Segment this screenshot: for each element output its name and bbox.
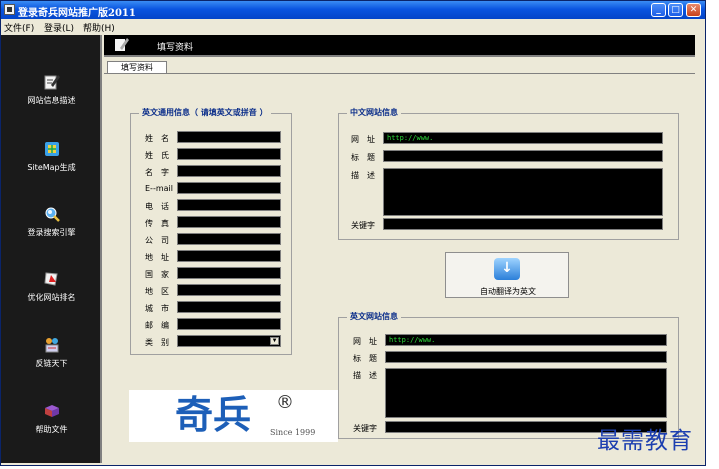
english-general-info-group: 英文通用信息（ 请填英文或拼音 ） 姓 名 姓 氏 名 字 E--mail 电 … <box>130 107 292 355</box>
field-label: 标 题 <box>353 354 377 363</box>
field-label: 传 真 <box>145 219 169 228</box>
help-book-icon <box>44 405 59 417</box>
field-label: 名 字 <box>145 168 169 177</box>
phone-field[interactable] <box>177 199 281 211</box>
fax-field[interactable] <box>177 216 281 228</box>
search-engine-icon <box>45 207 60 222</box>
sidebar-item-sitemap[interactable]: SiteMap生成 <box>1 140 102 196</box>
email-field[interactable] <box>177 182 281 194</box>
country-field[interactable] <box>177 267 281 279</box>
city-field[interactable] <box>177 301 281 313</box>
first-name-field[interactable] <box>177 165 281 177</box>
auto-translate-button[interactable]: 自动翻译为英文 <box>445 252 569 298</box>
field-label: 地 区 <box>145 287 169 296</box>
sidebar-item-help[interactable]: 帮助文件 <box>1 402 102 458</box>
field-label: 公 司 <box>145 236 169 245</box>
title-bar[interactable]: 登录奇兵网站推广版2011 _ □ ✕ <box>1 1 705 19</box>
field-label: 城 市 <box>145 304 169 313</box>
sidebar-item-label: 网站信息描述 <box>27 96 76 105</box>
logo-since: Since 1999 <box>270 428 316 437</box>
sidebar-item-backlink[interactable]: 反链天下 <box>1 336 102 392</box>
download-arrow-icon <box>494 258 520 280</box>
logo-text: 奇兵 <box>175 392 252 437</box>
translate-button-label: 自动翻译为英文 <box>480 287 536 296</box>
sidebar-item-label: 优化网站排名 <box>27 293 76 302</box>
sidebar-item-label: 反链天下 <box>35 359 68 368</box>
menu-login[interactable]: 登录(L) <box>44 21 74 34</box>
field-label: E--mail <box>145 184 173 193</box>
field-label: 关键字 <box>351 221 375 230</box>
category-select[interactable]: ▼ <box>177 335 281 347</box>
rank-optimize-icon <box>43 272 58 286</box>
cn-url-field[interactable]: http://www. <box>383 132 663 144</box>
menu-help[interactable]: 帮助(H) <box>83 21 115 34</box>
page-title: 填写资料 <box>157 43 194 53</box>
postcode-field[interactable] <box>177 318 281 330</box>
sidebar-item-label: 帮助文件 <box>35 425 68 434</box>
cn-keywords-field[interactable] <box>383 218 663 230</box>
group-title: 英文通用信息（ 请填英文或拼音 ） <box>139 107 271 118</box>
edit-info-icon <box>115 38 129 51</box>
cn-description-field[interactable] <box>383 168 663 216</box>
sidebar-item-rank[interactable]: 优化网站排名 <box>1 270 102 326</box>
sitemap-icon <box>44 142 59 156</box>
chinese-site-info-group: 中文网站信息 网 址 http://www. 标 题 描 述 关键字 <box>338 107 679 240</box>
field-label: 地 址 <box>145 253 169 262</box>
sidebar-item-label: SiteMap生成 <box>27 163 76 172</box>
field-label: 电 话 <box>145 202 169 211</box>
brand-logo: 奇兵 ® Since 1999 <box>129 390 338 442</box>
maximize-button[interactable]: □ <box>668 3 683 17</box>
close-button[interactable]: ✕ <box>686 3 701 17</box>
en-url-field[interactable]: http://www. <box>385 334 667 346</box>
field-label: 网 址 <box>351 135 375 144</box>
company-field[interactable] <box>177 233 281 245</box>
address-field[interactable] <box>177 250 281 262</box>
edit-info-icon <box>44 75 60 90</box>
field-label: 类 别 <box>145 338 169 347</box>
backlink-icon <box>45 338 58 353</box>
last-name-field[interactable] <box>177 148 281 160</box>
menu-bar: 文件(F) 登录(L) 帮助(H) <box>1 19 705 35</box>
sidebar-item-label: 登录搜索引擎 <box>27 228 76 237</box>
window-title: 登录奇兵网站推广版2011 <box>18 8 136 19</box>
sidebar-item-site-info[interactable]: 网站信息描述 <box>1 73 102 129</box>
chevron-down-icon[interactable]: ▼ <box>270 337 279 345</box>
watermark-text: 最需教育 <box>597 428 693 454</box>
app-window: 登录奇兵网站推广版2011 _ □ ✕ 文件(F) 登录(L) 帮助(H) 网站… <box>0 0 706 466</box>
sidebar-item-search-engine[interactable]: 登录搜索引擎 <box>1 205 102 261</box>
field-label: 国 家 <box>145 270 169 279</box>
full-name-field[interactable] <box>177 131 281 143</box>
minimize-button[interactable]: _ <box>651 3 666 17</box>
field-label: 标 题 <box>351 153 375 162</box>
field-label: 描 述 <box>351 171 375 180</box>
group-title: 中文网站信息 <box>347 107 401 118</box>
en-title-field[interactable] <box>385 351 667 363</box>
field-label: 姓 氏 <box>145 151 169 160</box>
cn-title-field[interactable] <box>383 150 663 162</box>
en-description-field[interactable] <box>385 368 667 418</box>
page-header: 填写资料 <box>104 35 695 57</box>
tab-divider <box>104 73 695 74</box>
field-label: 描 述 <box>353 371 377 380</box>
group-title: 英文网站信息 <box>347 311 401 322</box>
field-label: 关键字 <box>353 424 377 433</box>
field-label: 邮 编 <box>145 321 169 330</box>
sidebar: 网站信息描述 SiteMap生成 登录搜索引擎 优化网站排名 反链天下 帮助文件 <box>1 35 102 463</box>
field-label: 姓 名 <box>145 134 169 143</box>
region-field[interactable] <box>177 284 281 296</box>
menu-file[interactable]: 文件(F) <box>4 21 34 34</box>
field-label: 网 址 <box>353 337 377 346</box>
registered-mark: ® <box>276 392 294 413</box>
app-icon <box>4 4 15 15</box>
